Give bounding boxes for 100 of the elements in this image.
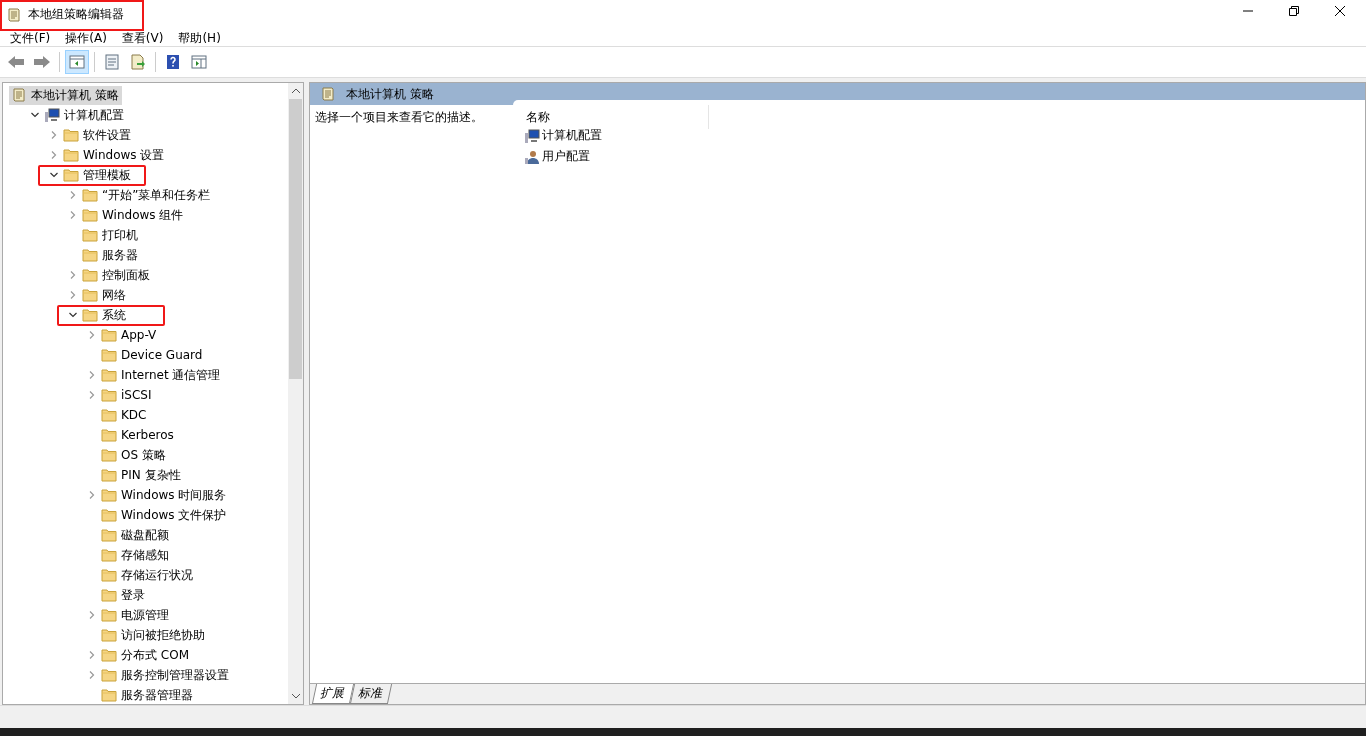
folder-icon bbox=[101, 627, 117, 643]
list-item[interactable]: 计算机配置 bbox=[518, 125, 640, 146]
chevron-right-icon[interactable] bbox=[87, 650, 97, 660]
folder-icon bbox=[101, 567, 117, 583]
tree-item[interactable]: 服务器管理器 bbox=[99, 685, 196, 704]
folder-icon bbox=[101, 587, 117, 603]
folder-icon bbox=[101, 667, 117, 683]
tree-item[interactable]: 管理模板 bbox=[61, 165, 134, 185]
tree-item[interactable]: Device Guard bbox=[99, 346, 206, 364]
close-icon[interactable] bbox=[1334, 5, 1346, 17]
tree-pane-icon bbox=[69, 54, 85, 70]
tree-item[interactable]: 系统 bbox=[80, 305, 129, 325]
chevron-right-icon[interactable] bbox=[68, 210, 78, 220]
folder-icon bbox=[101, 347, 117, 363]
tree-item[interactable]: Kerberos bbox=[99, 426, 177, 444]
folder-icon bbox=[63, 127, 79, 143]
folder-icon bbox=[82, 247, 98, 263]
folder-icon bbox=[101, 367, 117, 383]
user-icon bbox=[524, 148, 540, 165]
chevron-right-icon[interactable] bbox=[87, 670, 97, 680]
scroll-up-icon[interactable] bbox=[290, 87, 301, 95]
tree-item[interactable]: 登录 bbox=[99, 585, 148, 605]
chevron-down-icon[interactable] bbox=[68, 310, 78, 320]
left-arrow-icon bbox=[7, 55, 25, 69]
tree-item[interactable]: 访问被拒绝协助 bbox=[99, 625, 208, 645]
list-item[interactable]: 用户配置 bbox=[518, 146, 640, 167]
document-icon bbox=[104, 54, 120, 70]
folder-icon bbox=[82, 267, 98, 283]
folder-icon bbox=[101, 487, 117, 503]
folder-icon bbox=[101, 327, 117, 343]
chevron-right-icon[interactable] bbox=[87, 610, 97, 620]
tab[interactable]: 标准 bbox=[349, 684, 393, 704]
folder-icon bbox=[101, 447, 117, 463]
tree-item[interactable]: PIN 复杂性 bbox=[99, 465, 184, 485]
tree-item[interactable]: 磁盘配额 bbox=[99, 525, 172, 545]
scroll-icon bbox=[6, 6, 22, 23]
tree-item[interactable]: Internet 通信管理 bbox=[99, 365, 224, 385]
tree-item[interactable]: OS 策略 bbox=[99, 445, 169, 465]
folder-icon bbox=[101, 647, 117, 663]
scroll-icon bbox=[11, 87, 27, 103]
tree-item[interactable]: 存储感知 bbox=[99, 545, 172, 565]
tab[interactable]: 扩展 bbox=[311, 684, 355, 704]
tree-item[interactable]: 控制面板 bbox=[80, 265, 153, 285]
tree-item[interactable]: 打印机 bbox=[80, 225, 141, 245]
menu-item[interactable]: 查看(V) bbox=[115, 30, 173, 46]
right-arrow-icon bbox=[33, 55, 51, 69]
tree-item[interactable]: Windows 设置 bbox=[61, 145, 168, 165]
chevron-right-icon[interactable] bbox=[68, 290, 78, 300]
folder-icon bbox=[101, 467, 117, 483]
action-pane-icon bbox=[191, 54, 207, 70]
chevron-right-icon[interactable] bbox=[49, 150, 59, 160]
tree-item[interactable]: KDC bbox=[99, 406, 150, 424]
folder-icon bbox=[63, 167, 79, 183]
folder-icon bbox=[82, 207, 98, 223]
chevron-right-icon[interactable] bbox=[87, 370, 97, 380]
tree-item[interactable]: Windows 时间服务 bbox=[99, 485, 230, 505]
folder-icon bbox=[82, 187, 98, 203]
tree-item[interactable]: 分布式 COM bbox=[99, 645, 192, 665]
folder-icon bbox=[101, 547, 117, 563]
folder-icon bbox=[82, 307, 98, 323]
chevron-right-icon[interactable] bbox=[87, 330, 97, 340]
chevron-down-icon[interactable] bbox=[49, 170, 59, 180]
help-icon bbox=[165, 54, 181, 70]
chevron-right-icon[interactable] bbox=[49, 130, 59, 140]
tree-item[interactable]: iSCSI bbox=[99, 386, 155, 404]
export-icon bbox=[130, 54, 146, 70]
folder-icon bbox=[63, 147, 79, 163]
menu-item[interactable]: 操作(A) bbox=[59, 30, 116, 46]
computer-icon bbox=[44, 107, 60, 123]
pane-title: 本地计算机 策略 bbox=[346, 85, 434, 103]
folder-icon bbox=[101, 387, 117, 403]
tree-item[interactable]: 服务器 bbox=[80, 245, 141, 265]
chevron-right-icon[interactable] bbox=[68, 270, 78, 280]
tree-item[interactable]: 存储运行状况 bbox=[99, 565, 196, 585]
restore-icon[interactable] bbox=[1288, 5, 1300, 17]
description-text: 选择一个项目来查看它的描述。 bbox=[314, 109, 484, 126]
tree-item[interactable]: App-V bbox=[99, 326, 160, 344]
tree-item[interactable]: 本地计算机 策略 bbox=[9, 85, 122, 105]
menu-item[interactable]: 帮助(H) bbox=[172, 30, 230, 46]
folder-icon bbox=[101, 527, 117, 543]
tree-item[interactable]: 计算机配置 bbox=[42, 105, 127, 125]
folder-icon bbox=[101, 407, 117, 423]
tree-item[interactable]: 电源管理 bbox=[99, 605, 172, 625]
tree-item[interactable]: Windows 组件 bbox=[80, 205, 187, 225]
scroll-icon bbox=[320, 86, 336, 102]
tree-item[interactable]: 软件设置 bbox=[61, 125, 134, 145]
tree-item[interactable]: Windows 文件保护 bbox=[99, 505, 230, 525]
folder-icon bbox=[101, 507, 117, 523]
tree-item[interactable]: “开始”菜单和任务栏 bbox=[80, 185, 214, 205]
tree-item[interactable]: 服务控制管理器设置 bbox=[99, 665, 232, 685]
tree-item[interactable]: 网络 bbox=[80, 285, 129, 305]
chevron-right-icon[interactable] bbox=[68, 190, 78, 200]
chevron-right-icon[interactable] bbox=[87, 390, 97, 400]
menu-item[interactable]: 文件(F) bbox=[4, 30, 60, 46]
scroll-down-icon[interactable] bbox=[290, 692, 301, 700]
column-header[interactable]: 名称 bbox=[518, 105, 708, 125]
scrollbar-thumb[interactable] bbox=[289, 99, 302, 379]
chevron-down-icon[interactable] bbox=[30, 110, 40, 120]
computer-icon bbox=[524, 127, 540, 144]
chevron-right-icon[interactable] bbox=[87, 490, 97, 500]
